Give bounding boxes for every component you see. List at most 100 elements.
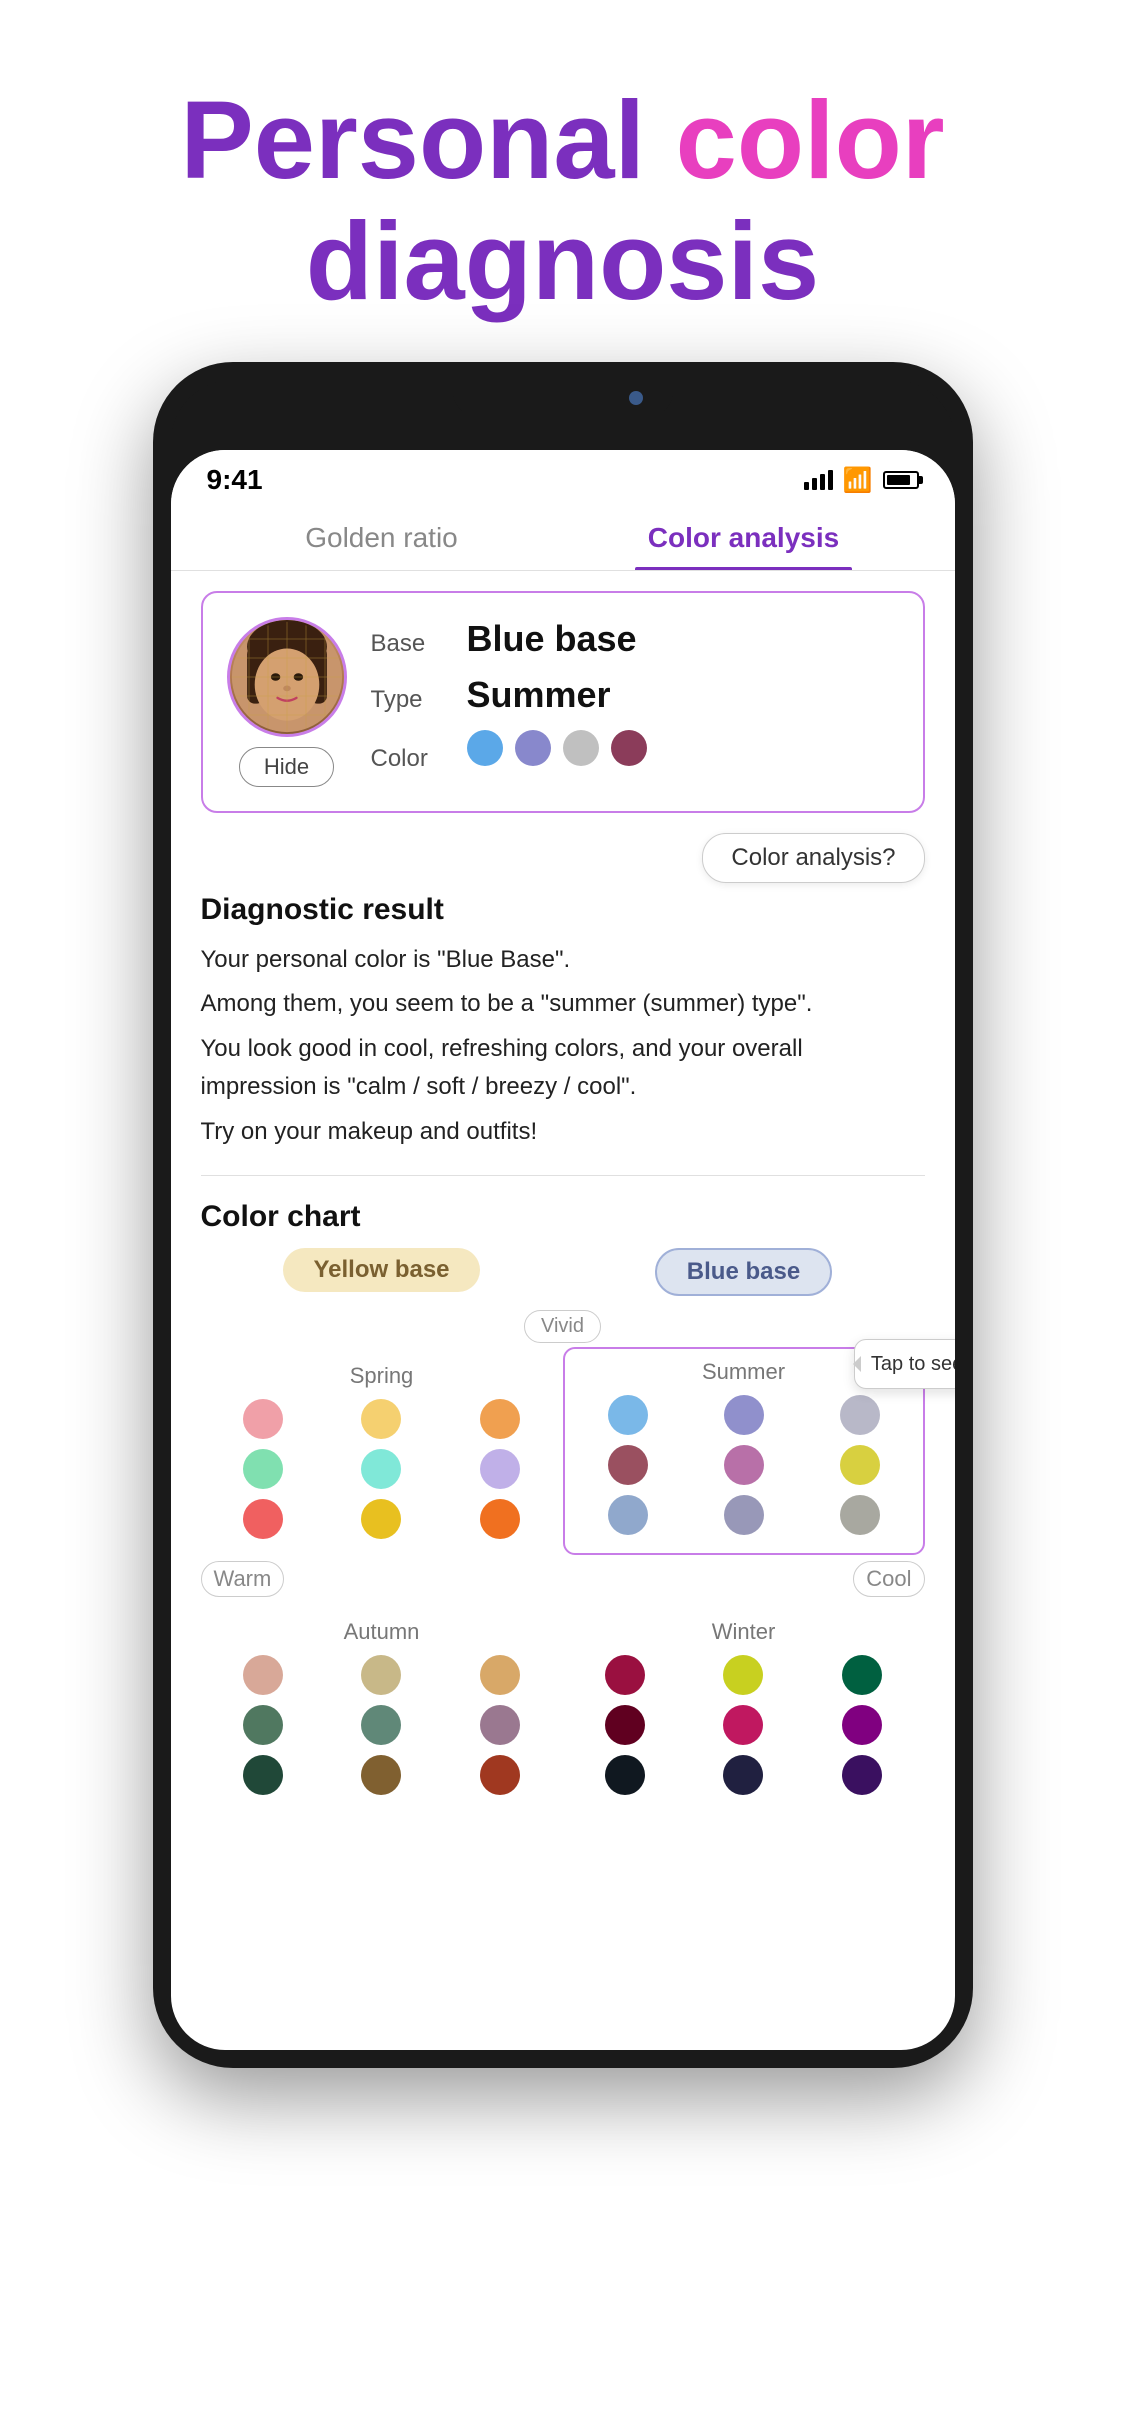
autumn-dot-4 xyxy=(243,1705,283,1745)
winter-dots xyxy=(571,1655,917,1795)
base-label: Base xyxy=(371,630,451,658)
diagnostic-line-3: You look good in cool, refreshing colors… xyxy=(201,1030,925,1107)
tooltip-text: Tap to see the details. xyxy=(871,1353,955,1375)
title-personal: Personal xyxy=(180,79,675,202)
diagnostic-section: Diagnostic result Your personal color is… xyxy=(201,893,925,1151)
type-label: Type xyxy=(371,686,451,714)
winter-dot-1 xyxy=(605,1655,645,1695)
title-diagnosis: diagnosis xyxy=(306,200,819,323)
spring-dot-4 xyxy=(243,1449,283,1489)
autumn-dot-7 xyxy=(243,1755,283,1795)
phone-screen: 9:41 📶 Golden ratio Color analysi xyxy=(171,450,955,2050)
axis-labels: Warm Cool xyxy=(201,1561,925,1597)
wifi-icon: 📶 xyxy=(843,466,873,495)
notch xyxy=(453,380,673,416)
autumn-dots xyxy=(209,1655,555,1795)
spring-dot-2 xyxy=(361,1399,401,1439)
color-chart-section: Color chart Yellow base Blue base Vivid xyxy=(201,1200,925,1831)
cool-label: Cool xyxy=(853,1561,924,1597)
color-dot-4 xyxy=(611,730,647,766)
winter-label: Winter xyxy=(571,1619,917,1645)
autumn-dot-3 xyxy=(480,1655,520,1695)
analysis-btn-row: Color analysis? xyxy=(201,833,925,883)
phone-frame: 9:41 📶 Golden ratio Color analysi xyxy=(153,362,973,2068)
autumn-dot-2 xyxy=(361,1655,401,1695)
winter-dot-9 xyxy=(842,1755,882,1795)
color-dot-1 xyxy=(467,730,503,766)
diagnostic-line-4: Try on your makeup and outfits! xyxy=(201,1113,925,1151)
tab-bar: Golden ratio Color analysis xyxy=(171,502,955,571)
warm-label: Warm xyxy=(201,1561,285,1597)
status-icons: 📶 xyxy=(804,466,919,495)
spring-label: Spring xyxy=(209,1363,555,1389)
summer-dots xyxy=(575,1395,913,1535)
spring-block[interactable]: Spring xyxy=(201,1347,563,1555)
base-label-row: Yellow base Blue base xyxy=(201,1248,925,1296)
vivid-label: Vivid xyxy=(524,1310,601,1343)
summer-dot-3 xyxy=(840,1395,880,1435)
blue-base-pill: Blue base xyxy=(655,1248,832,1296)
signal-icon xyxy=(804,470,833,490)
yellow-base-label: Yellow base xyxy=(201,1248,563,1296)
autumn-dot-5 xyxy=(361,1705,401,1745)
winter-dot-6 xyxy=(842,1705,882,1745)
color-dot-3 xyxy=(563,730,599,766)
summer-dot-7 xyxy=(608,1495,648,1535)
diagnostic-title: Diagnostic result xyxy=(201,893,925,927)
autumn-dot-9 xyxy=(480,1755,520,1795)
phone-notch xyxy=(171,380,955,450)
winter-dot-7 xyxy=(605,1755,645,1795)
winter-block[interactable]: Winter xyxy=(563,1603,925,1811)
result-info: Base Blue base Type Summer Color xyxy=(371,618,899,787)
base-row: Base Blue base xyxy=(371,618,899,660)
color-analysis-button[interactable]: Color analysis? xyxy=(702,833,924,883)
battery-icon xyxy=(883,471,919,489)
camera-dot xyxy=(629,391,643,405)
blue-base-label: Blue base xyxy=(563,1248,925,1296)
chart-grid: Spring xyxy=(201,1347,925,1555)
summer-dot-5 xyxy=(724,1445,764,1485)
avatar-area: Hide xyxy=(227,617,347,787)
avatar-face xyxy=(230,620,344,734)
spring-dot-3 xyxy=(480,1399,520,1439)
type-row: Type Summer xyxy=(371,674,899,716)
autumn-dot-6 xyxy=(480,1705,520,1745)
winter-dot-3 xyxy=(842,1655,882,1695)
color-row: Color xyxy=(371,730,899,773)
base-value: Blue base xyxy=(467,618,637,660)
summer-block[interactable]: Summer xyxy=(563,1347,925,1555)
status-bar: 9:41 📶 xyxy=(171,450,955,502)
tab-golden-ratio[interactable]: Golden ratio xyxy=(201,502,563,570)
hide-button[interactable]: Hide xyxy=(239,747,334,787)
summer-dot-6 xyxy=(840,1445,880,1485)
status-time: 9:41 xyxy=(207,464,263,496)
avatar-svg xyxy=(230,617,344,737)
autumn-dot-1 xyxy=(243,1655,283,1695)
autumn-label: Autumn xyxy=(209,1619,555,1645)
summer-dot-2 xyxy=(724,1395,764,1435)
page-header: Personal color diagnosis xyxy=(0,0,1125,362)
winter-dot-5 xyxy=(723,1705,763,1745)
divider xyxy=(201,1175,925,1176)
autumn-block[interactable]: Autumn xyxy=(201,1603,563,1811)
summer-dot-9 xyxy=(840,1495,880,1535)
chart-grid-bottom: Autumn xyxy=(201,1603,925,1811)
screen-content: Hide Base Blue base Type Summer Color xyxy=(171,571,955,1851)
spring-dot-9 xyxy=(480,1499,520,1539)
summer-dot-8 xyxy=(724,1495,764,1535)
color-dot-2 xyxy=(515,730,551,766)
spring-dot-6 xyxy=(480,1449,520,1489)
spring-dots xyxy=(209,1399,555,1539)
chart-quadrants: Spring xyxy=(201,1347,925,1811)
autumn-dot-8 xyxy=(361,1755,401,1795)
diagnostic-line-2: Among them, you seem to be a "summer (su… xyxy=(201,985,925,1023)
summer-dot-1 xyxy=(608,1395,648,1435)
spring-dot-1 xyxy=(243,1399,283,1439)
yellow-base-pill: Yellow base xyxy=(283,1248,479,1292)
diagnostic-line-1: Your personal color is "Blue Base". xyxy=(201,941,925,979)
vivid-row: Vivid xyxy=(201,1310,925,1343)
result-card: Hide Base Blue base Type Summer Color xyxy=(201,591,925,813)
color-chart-title: Color chart xyxy=(201,1200,925,1234)
color-label: Color xyxy=(371,745,451,773)
tab-color-analysis[interactable]: Color analysis xyxy=(563,502,925,570)
